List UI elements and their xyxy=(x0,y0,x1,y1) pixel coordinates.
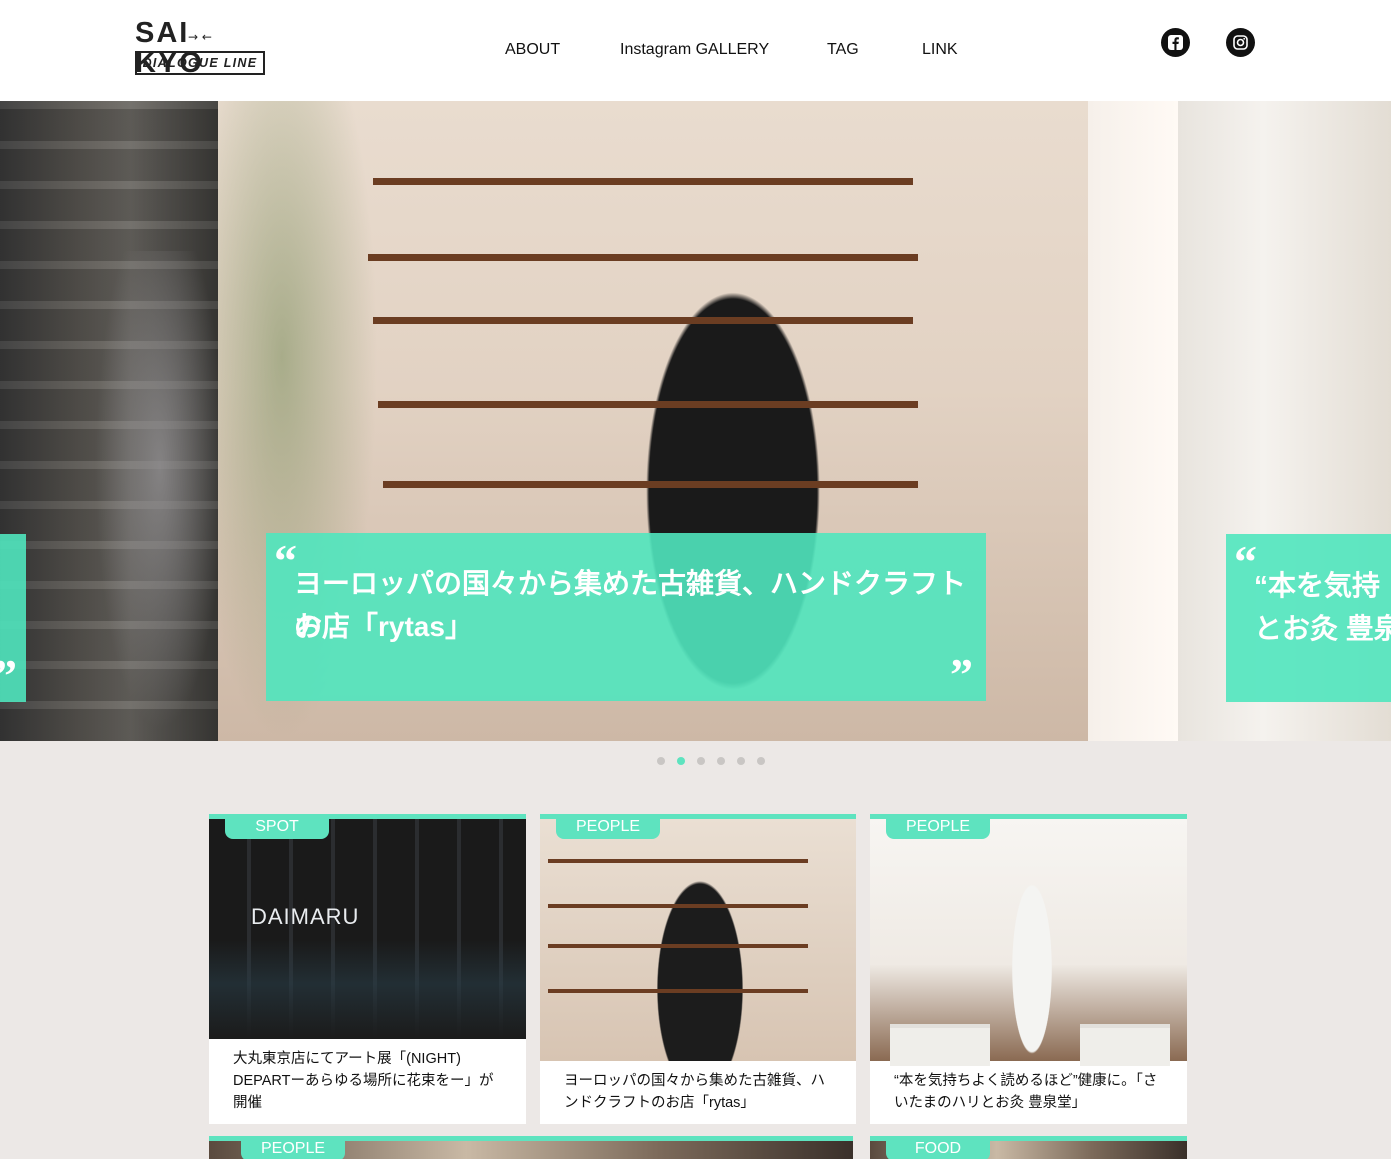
slider-dot-5[interactable] xyxy=(737,757,745,765)
slide-previous-caption: ” xyxy=(0,534,26,702)
shelf xyxy=(373,317,913,324)
nav-link[interactable]: LINK xyxy=(922,40,958,60)
hero-slider[interactable]: ” “ ヨーロッパの国々から集めた古雑貨、ハンドクラフトの お店「rytas」 … xyxy=(0,101,1391,741)
article-card[interactable]: PEOPLE “本を気持ちよく読めるほど”健康に。「さいたまのハリとお灸 豊泉堂… xyxy=(870,814,1187,1124)
window xyxy=(1088,101,1178,741)
treatment-bed xyxy=(890,1024,990,1066)
facebook-icon[interactable] xyxy=(1161,28,1190,57)
category-tag[interactable]: SPOT xyxy=(225,814,329,839)
slide-next-title-line2: とお灸 豊泉 xyxy=(1254,613,1391,644)
article-card[interactable]: PEOPLE xyxy=(209,1136,853,1159)
logo-arrows: → ← xyxy=(188,30,212,44)
slide-current-caption[interactable]: “ ヨーロッパの国々から集めた古雑貨、ハンドクラフトの お店「rytas」 ” xyxy=(266,533,986,701)
shelf xyxy=(368,254,918,261)
card-title[interactable]: 大丸東京店にてアート展「(NIGHT) DEPARTーあらゆる場所に花束をー」が… xyxy=(233,1048,504,1114)
treatment-bed xyxy=(1080,1024,1170,1066)
card-thumbnail[interactable]: DAIMARU xyxy=(209,819,526,1039)
shelf xyxy=(548,859,808,863)
site-logo[interactable]: SAI KYO → ← DIALOGUE LINE xyxy=(135,18,265,78)
category-tag[interactable]: FOOD xyxy=(886,1136,990,1159)
slider-dot-2[interactable] xyxy=(677,757,685,765)
nav-instagram-gallery[interactable]: Instagram GALLERY xyxy=(620,40,769,60)
shelf xyxy=(383,481,918,488)
shelf xyxy=(548,904,808,908)
shelf xyxy=(548,944,808,948)
slide-current-title-line2: お店「rytas」 xyxy=(294,611,473,642)
slider-dot-3[interactable] xyxy=(697,757,705,765)
category-tag[interactable]: PEOPLE xyxy=(886,814,990,839)
quote-close-mark: ” xyxy=(0,653,17,699)
card-title[interactable]: ヨーロッパの国々から集めた古雑貨、ハンドクラフトのお店「rytas」 xyxy=(564,1070,834,1114)
slider-dot-6[interactable] xyxy=(757,757,765,765)
article-card[interactable]: DAIMARU SPOT 大丸東京店にてアート展「(NIGHT) DEPARTー… xyxy=(209,814,526,1124)
logo-tagline: DIALOGUE LINE xyxy=(135,51,265,75)
article-card[interactable]: FOOD xyxy=(870,1136,1187,1159)
category-tag[interactable]: PEOPLE xyxy=(241,1136,345,1159)
shelf xyxy=(548,989,808,993)
category-tag[interactable]: PEOPLE xyxy=(556,814,660,839)
article-card[interactable]: PEOPLE ヨーロッパの国々から集めた古雑貨、ハンドクラフトのお店「rytas… xyxy=(540,814,856,1124)
shelf xyxy=(378,401,918,408)
slide-next-caption: “ “本を気持 とお灸 豊泉 xyxy=(1226,534,1391,702)
slide-previous[interactable]: ” xyxy=(0,101,218,741)
daimaru-sign: DAIMARU xyxy=(251,904,360,929)
slide-previous-photo xyxy=(95,251,218,731)
slide-next[interactable]: “ “本を気持 とお灸 豊泉 xyxy=(1178,101,1391,741)
site-header: SAI KYO → ← DIALOGUE LINE ABOUT Instagra… xyxy=(0,0,1391,101)
nav-about[interactable]: ABOUT xyxy=(505,40,560,60)
card-thumbnail[interactable] xyxy=(870,819,1187,1066)
slide-next-title-line1: “本を気持 xyxy=(1254,570,1381,601)
slider-dot-1[interactable] xyxy=(657,757,665,765)
instagram-icon[interactable] xyxy=(1226,28,1255,57)
card-title[interactable]: “本を気持ちよく読めるほど”健康に。「さいたまのハリとお灸 豊泉堂」 xyxy=(894,1070,1165,1114)
shelf xyxy=(373,178,913,185)
quote-close-mark: ” xyxy=(950,649,973,700)
slider-dot-4[interactable] xyxy=(717,757,725,765)
card-thumbnail[interactable] xyxy=(540,819,856,1061)
nav-tag[interactable]: TAG xyxy=(827,40,859,60)
slide-current[interactable]: “ ヨーロッパの国々から集めた古雑貨、ハンドクラフトの お店「rytas」 ” xyxy=(218,101,1178,741)
